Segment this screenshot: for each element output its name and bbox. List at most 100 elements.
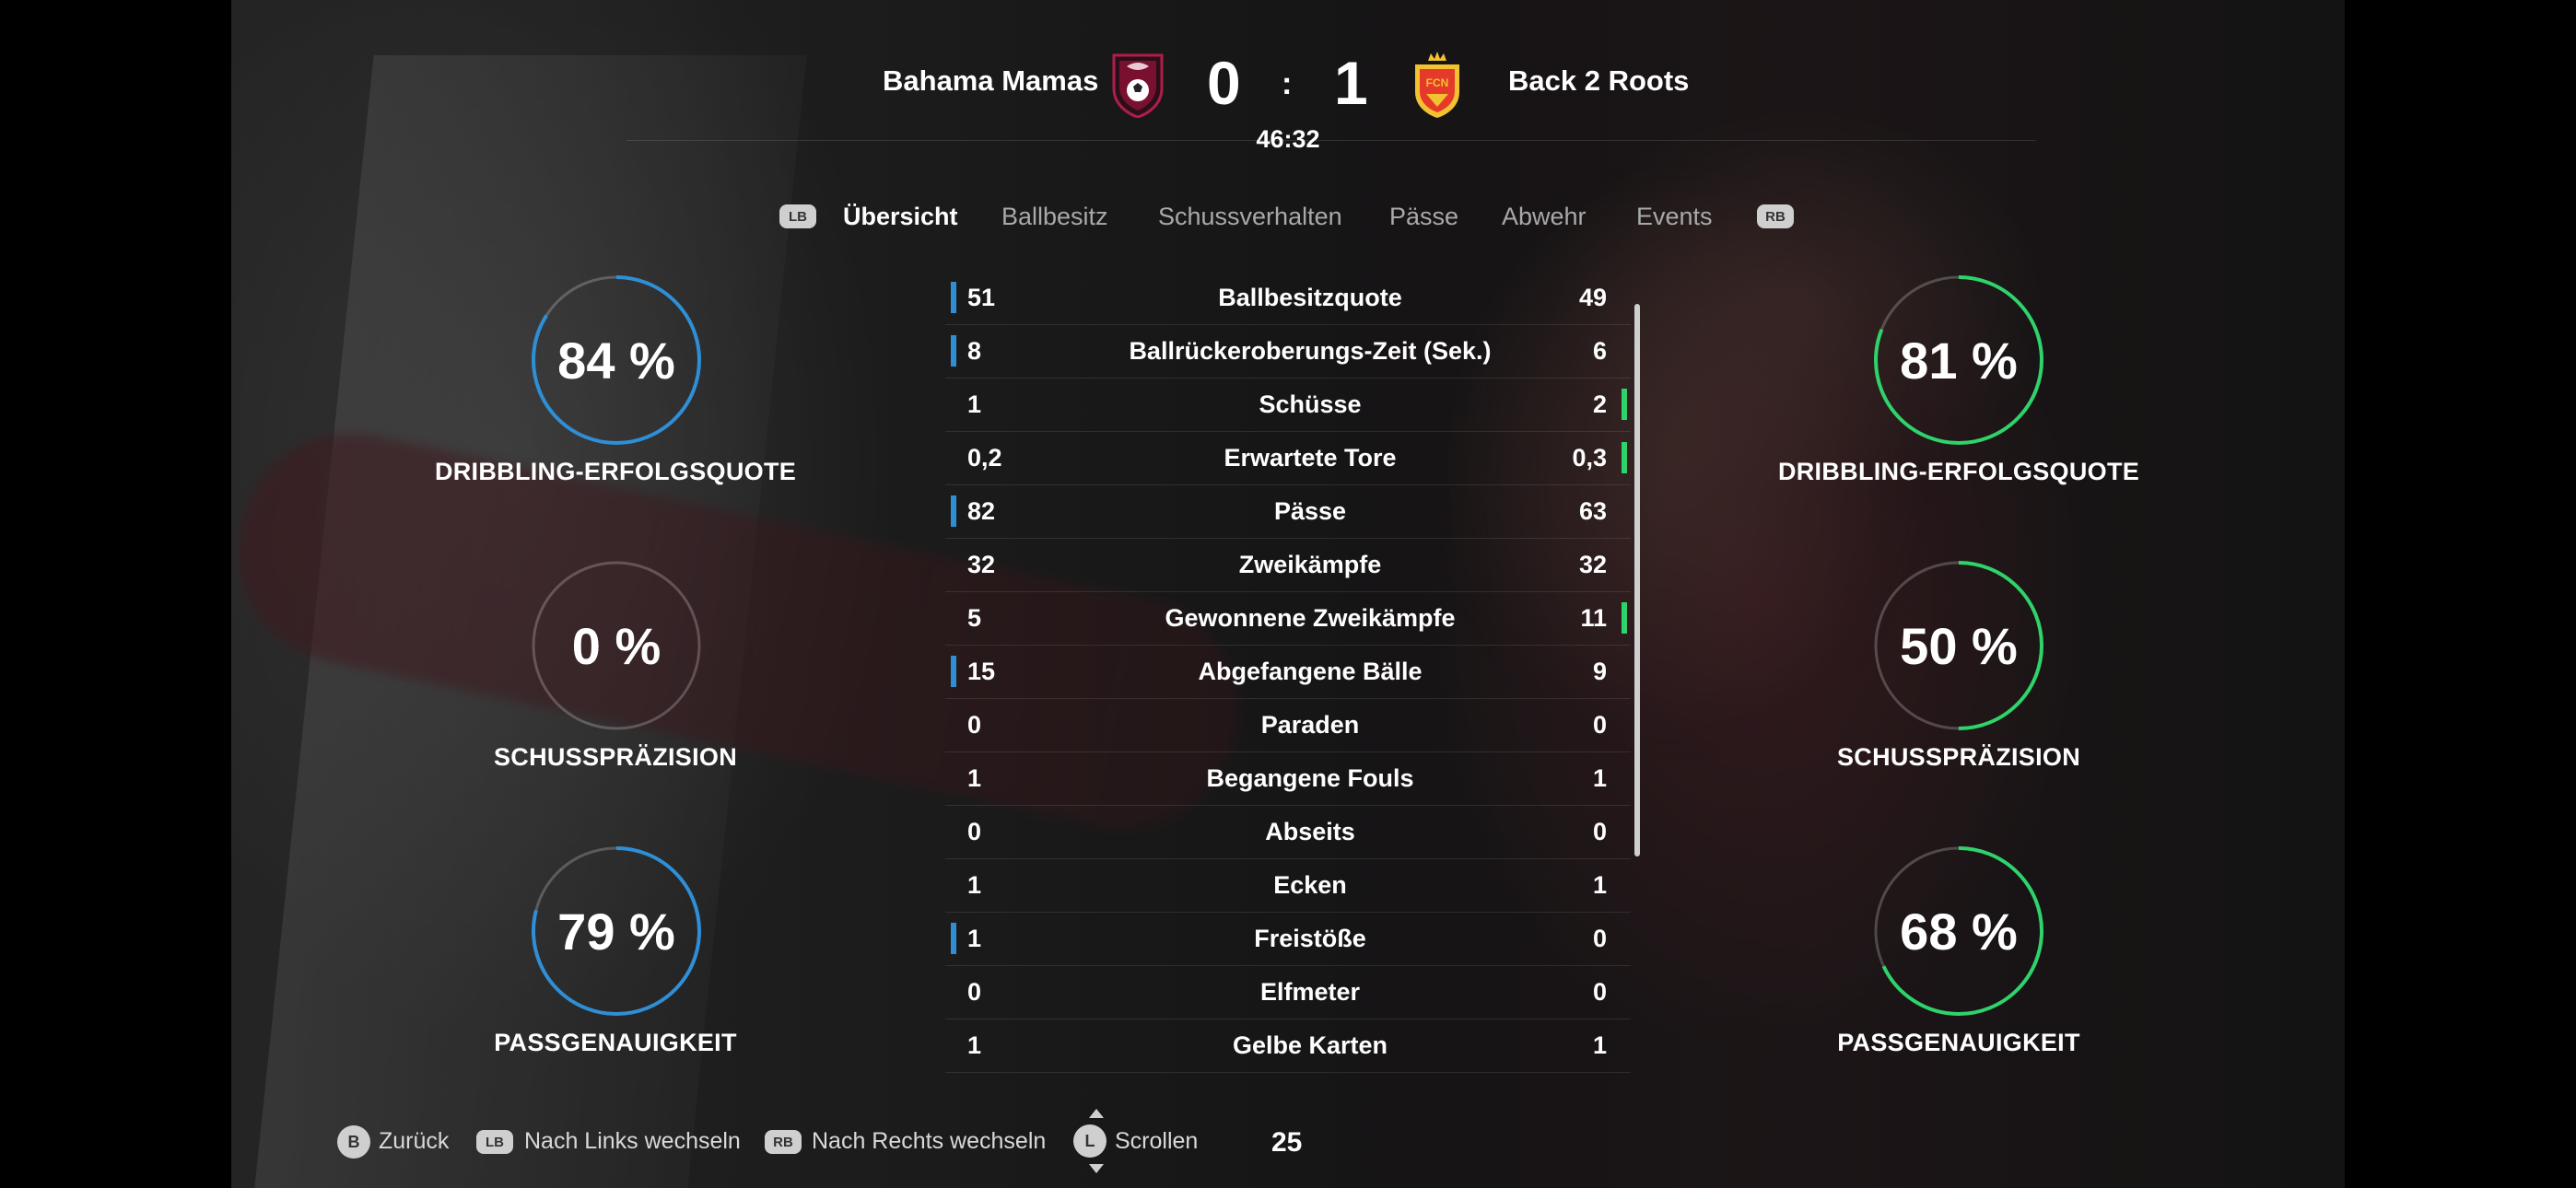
lb-button-icon[interactable]: LB	[476, 1130, 513, 1154]
switch-right-hint[interactable]: Nach Rechts wechseln	[812, 1128, 1046, 1155]
stat-home-value: 5	[967, 604, 982, 632]
stat-home-value: 0	[967, 711, 982, 739]
left-stick-icon[interactable]: L	[1073, 1124, 1107, 1158]
stat-name: Abgefangene Bälle	[1198, 658, 1423, 685]
stat-home-value: 1	[967, 871, 982, 899]
score-separator: :	[1282, 66, 1293, 101]
stat-away-value: 1	[1592, 1031, 1607, 1059]
stat-name: Pässe	[1273, 497, 1347, 525]
stat-name: Elfmeter	[1259, 978, 1361, 1006]
gauge-value: 50 %	[1900, 616, 2018, 675]
stat-away-value: 32	[1578, 551, 1607, 578]
stat-away-value: 9	[1592, 658, 1607, 685]
stat-name: Begangene Fouls	[1206, 764, 1414, 792]
svg-text:FCN: FCN	[1426, 76, 1449, 89]
stat-away-value: 11	[1580, 604, 1607, 632]
stat-home-value: 32	[967, 551, 996, 578]
home-lead-bar	[951, 335, 956, 367]
stat-away-value: 0	[1592, 925, 1607, 952]
stat-name: Gelbe Karten	[1232, 1031, 1388, 1059]
stat-away-value: 0	[1592, 978, 1607, 1006]
away-shot-accuracy-gauge: 50 %	[1873, 560, 2044, 731]
home-pass-accuracy-gauge: 79 %	[531, 845, 702, 1017]
stat-name: Freistöße	[1254, 925, 1366, 952]
stat-row: 0 Elfmeter 0	[945, 965, 1631, 1019]
home-lead-bar	[951, 495, 956, 527]
gauge-label: DRIBBLING-ERFOLGSQUOTE	[1777, 458, 2140, 485]
stat-away-value: 6	[1592, 337, 1607, 365]
stat-away-value: 1	[1592, 871, 1607, 899]
stat-away-value: 0,3	[1572, 444, 1607, 472]
home-score: 0	[1207, 49, 1241, 117]
tab-ubersicht[interactable]: Übersicht	[843, 203, 958, 231]
stat-row: 0,2 Erwartete Tore 0,3	[945, 431, 1631, 485]
scroll-hint[interactable]: Scrollen	[1115, 1128, 1198, 1155]
stat-name: Gewonnene Zweikämpfe	[1165, 604, 1456, 632]
stat-name: Schüsse	[1259, 390, 1362, 418]
stat-name: Ballbesitzquote	[1218, 284, 1402, 311]
rb-shoulder-button-icon[interactable]: RB	[1757, 204, 1794, 228]
stat-home-value: 0	[967, 818, 982, 845]
home-team-name: Bahama Mamas	[883, 64, 1099, 97]
stat-away-value: 2	[1592, 390, 1607, 418]
lb-shoulder-button-icon[interactable]: LB	[779, 204, 816, 228]
stat-row: 1 Gelbe Karten 1	[945, 1019, 1631, 1073]
stat-row: 1 Schüsse 2	[945, 378, 1631, 432]
home-lead-bar	[951, 656, 956, 687]
scroll-down-arrow-icon	[1089, 1164, 1104, 1173]
stat-away-value: 1	[1592, 764, 1607, 792]
stats-scrollbar-thumb[interactable]	[1634, 304, 1640, 856]
b-button-icon[interactable]: B	[337, 1125, 370, 1159]
stat-home-value: 82	[967, 497, 996, 525]
stat-row: 1 Ecken 1	[945, 858, 1631, 913]
gauge-value: 79 %	[557, 902, 675, 961]
stat-name: Erwartete Tore	[1224, 444, 1397, 472]
stat-name: Abseits	[1265, 818, 1355, 845]
gauge-label: DRIBBLING-ERFOLGSQUOTE	[434, 458, 797, 485]
away-score: 1	[1334, 49, 1368, 117]
tab-abwehr[interactable]: Abwehr	[1502, 203, 1587, 231]
home-dribbling-gauge: 84 %	[531, 274, 702, 446]
stat-home-value: 51	[967, 284, 996, 311]
gauge-label: SCHUSSPRÄZISION	[1836, 743, 2081, 771]
gauge-value: 81 %	[1900, 331, 2018, 390]
stat-row: 1 Begangene Fouls 1	[945, 751, 1631, 806]
away-dribbling-gauge: 81 %	[1873, 274, 2044, 446]
stat-home-value: 1	[967, 1031, 982, 1059]
away-team-crest-icon: FCN	[1411, 50, 1463, 120]
stat-home-value: 1	[967, 925, 982, 952]
switch-left-hint[interactable]: Nach Links wechseln	[524, 1128, 741, 1155]
stat-away-value: 0	[1592, 711, 1607, 739]
stat-name: Ballrückeroberungs-Zeit (Sek.)	[1129, 337, 1492, 365]
home-lead-bar	[951, 282, 956, 313]
stat-home-value: 1	[967, 390, 982, 418]
stat-row: 15 Abgefangene Bälle 9	[945, 645, 1631, 699]
stat-home-value: 0,2	[967, 444, 1002, 472]
rb-button-icon[interactable]: RB	[765, 1130, 802, 1154]
gauge-value: 68 %	[1900, 902, 2018, 961]
gauge-label: PASSGENAUIGKEIT	[494, 1029, 737, 1056]
gauge-label: SCHUSSPRÄZISION	[493, 743, 738, 771]
scroll-up-arrow-icon	[1089, 1109, 1104, 1118]
home-team-crest-icon	[1110, 52, 1165, 119]
stat-name: Ecken	[1273, 871, 1347, 899]
stat-row: 82 Pässe 63	[945, 484, 1631, 539]
tab-passe[interactable]: Pässe	[1389, 203, 1458, 231]
tab-events[interactable]: Events	[1636, 203, 1713, 231]
stat-home-value: 15	[967, 658, 996, 685]
away-lead-bar	[1622, 442, 1627, 473]
stat-row: 0 Abseits 0	[945, 805, 1631, 859]
tab-ballbesitz[interactable]: Ballbesitz	[1001, 203, 1108, 231]
stat-away-value: 49	[1578, 284, 1607, 311]
tab-schussverhalten[interactable]: Schussverhalten	[1158, 203, 1342, 231]
home-shot-accuracy-gauge: 0 %	[531, 560, 702, 731]
stat-row: 51 Ballbesitzquote 49	[945, 271, 1631, 325]
stat-home-value: 0	[967, 978, 982, 1006]
back-hint[interactable]: Zurück	[379, 1128, 449, 1155]
stat-row: 32 Zweikämpfe 32	[945, 538, 1631, 592]
stat-row: 5 Gewonnene Zweikämpfe 11	[945, 591, 1631, 646]
stat-row: 8 Ballrückeroberungs-Zeit (Sek.) 6	[945, 324, 1631, 379]
stat-away-value: 63	[1578, 497, 1607, 525]
stat-name: Zweikämpfe	[1238, 551, 1382, 578]
stat-away-value: 0	[1592, 818, 1607, 845]
